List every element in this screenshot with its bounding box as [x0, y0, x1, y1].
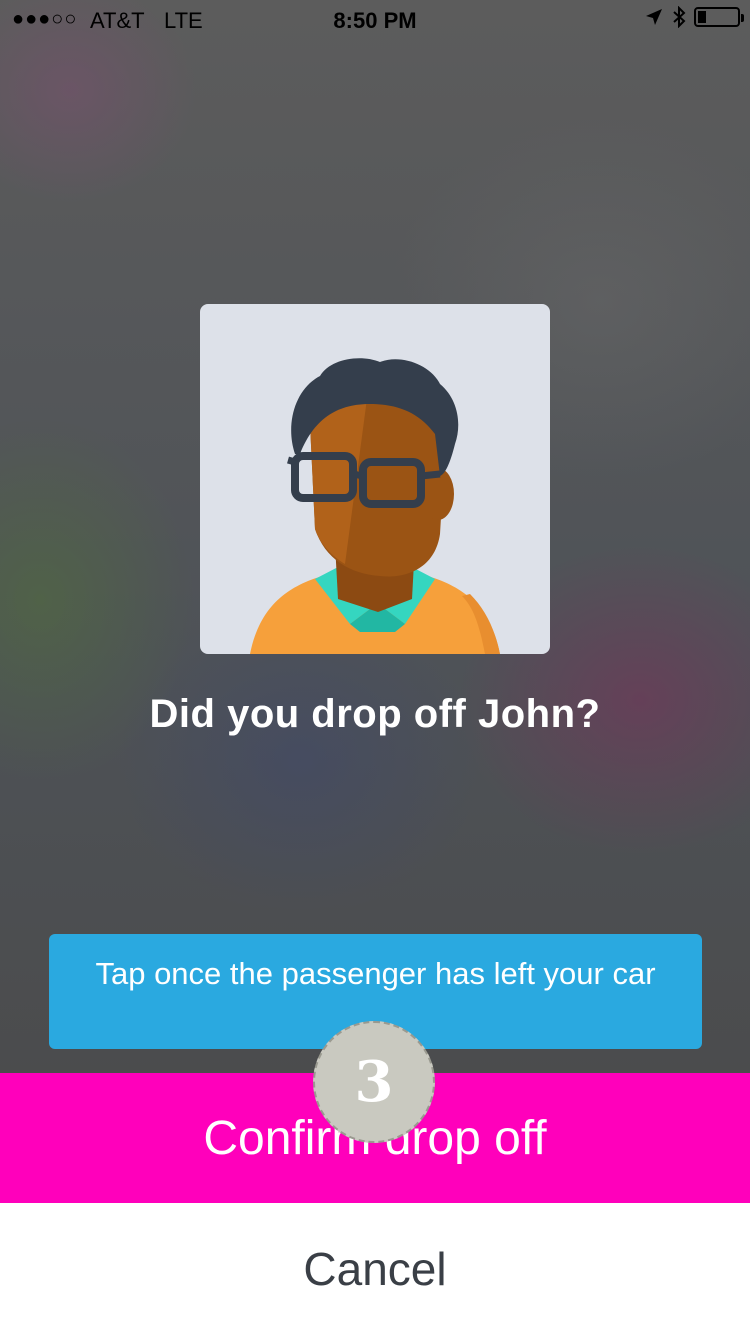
status-icons [644, 6, 744, 28]
passenger-avatar [200, 304, 550, 654]
cancel-button[interactable]: Cancel [0, 1203, 750, 1334]
status-time: 8:50 PM [333, 8, 417, 33]
cancel-label: Cancel [303, 1242, 447, 1295]
location-arrow-icon [646, 9, 662, 25]
drop-off-question: Did you drop off John? [149, 692, 601, 736]
step-number-badge: 3 [313, 1021, 435, 1143]
status-bar: ●●●○○ AT&T LTE 8:50 PM [0, 0, 750, 40]
battery-icon [694, 7, 744, 27]
bluetooth-icon [673, 6, 686, 28]
